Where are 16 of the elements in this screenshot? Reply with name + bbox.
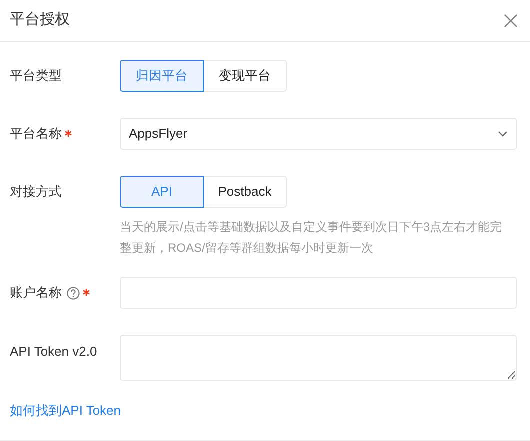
platform-select[interactable]: AppsFlyer: [120, 118, 517, 150]
dialog-title: 平台授权: [10, 10, 70, 30]
field-label: 平台类型: [10, 67, 62, 85]
help-text: 当天的展示/点击等基础数据以及自定义事件要到次日下午3点左右才能完整更新，ROAS/留存等群组数据每小时更新一次: [120, 219, 504, 257]
field-label: 对接方式: [10, 183, 62, 201]
field-label: API Token v2.0: [10, 343, 98, 361]
segment-tab[interactable]: 变现平台: [203, 60, 287, 92]
segment-tab[interactable]: Postback: [203, 176, 287, 208]
help-link[interactable]: 如何找到API Token: [10, 403, 122, 418]
chevron-down-icon: [498, 131, 508, 137]
close-icon[interactable]: [504, 14, 518, 28]
segment-tab[interactable]: API: [120, 176, 204, 208]
help-icon[interactable]: [67, 287, 80, 300]
field-label: 账户名称: [10, 284, 62, 302]
segment-tab[interactable]: 归因平台: [120, 60, 204, 92]
field-label: 平台名称: [10, 125, 62, 143]
